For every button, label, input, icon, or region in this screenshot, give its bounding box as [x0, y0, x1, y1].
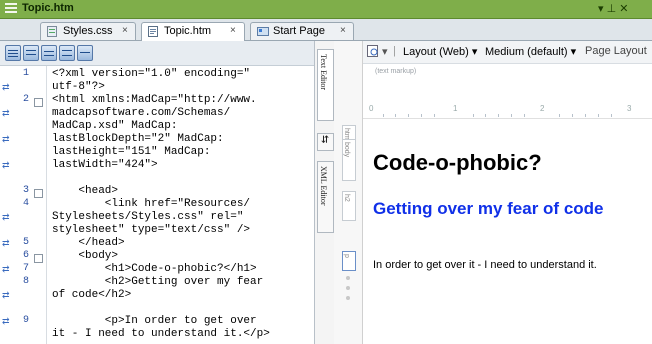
code-line: <p>In order to get over — [52, 315, 257, 327]
title-bar: Topic.htm ▾ ⊥ ✕ — [0, 0, 652, 19]
html-file-icon — [148, 26, 158, 37]
close-tab-icon[interactable]: × — [122, 25, 128, 36]
preview-heading-1: Code-o-phobic? — [373, 150, 542, 175]
code-line: it - I need to understand it.</p> — [52, 328, 270, 340]
medium-dropdown[interactable]: Medium (default) ▾ — [485, 45, 576, 58]
drag-handle-dot — [346, 296, 350, 300]
preview-heading-2: Getting over my fear of code — [373, 199, 604, 218]
tab-start-page[interactable]: Start Page × — [250, 22, 354, 40]
preview-toolbar: ▾ | Layout (Web) ▾ Medium (default) ▾ Pa… — [363, 41, 652, 64]
document-tab-strip: Styles.css × Topic.htm × Start Page × — [0, 19, 652, 41]
structure-p[interactable]: p — [342, 251, 356, 271]
code-line: <h1>Code-o-phobic?</h1> — [52, 263, 257, 275]
preview-icon[interactable] — [367, 45, 379, 60]
ruler-mark: 3 — [627, 104, 632, 113]
code-line: lastHeight="151" MadCap: — [52, 146, 211, 158]
code-line: stylesheet" type="text/css" /> — [52, 224, 251, 236]
tab-xml-editor[interactable]: XML Editor — [317, 161, 334, 233]
outline-button-icon[interactable] — [41, 45, 57, 61]
text-markup-hint: (text markup) — [375, 68, 417, 75]
line-number: 2 — [23, 94, 30, 105]
horizontal-ruler: 0 1 2 3 — [363, 104, 652, 119]
line-number: 4 — [23, 198, 30, 209]
code-line: <head> — [52, 185, 119, 197]
drag-handle-dot — [346, 276, 350, 280]
line-number: 9 — [23, 315, 30, 326]
close-tab-icon[interactable]: × — [230, 25, 236, 36]
code-line: Stylesheets/Styles.css" rel=" — [52, 211, 244, 223]
line-number: 8 — [23, 276, 30, 287]
ruler-mark: 0 — [369, 104, 374, 113]
code-line: <h2>Getting over my fear — [52, 276, 264, 288]
code-line: <body> — [52, 250, 119, 262]
preview-dropdown-icon[interactable]: ▾ — [382, 45, 388, 58]
bookmark-button-icon[interactable] — [23, 45, 39, 61]
window-controls[interactable]: ▾ ⊥ ✕ — [598, 2, 628, 15]
view-button-icon[interactable] — [59, 45, 75, 61]
tab-text-editor[interactable]: Text Editor — [317, 49, 334, 121]
line-number: 5 — [23, 237, 30, 248]
editor-mode-tabs: Text Editor ⇆ XML Editor — [314, 41, 335, 344]
close-tab-icon[interactable]: × — [340, 25, 346, 36]
line-number: 3 — [23, 185, 30, 196]
text-editor-toolbar — [0, 41, 314, 66]
collapse-head-icon[interactable] — [34, 189, 43, 198]
layout-dropdown[interactable]: Layout (Web) ▾ — [403, 45, 477, 58]
tab-label: Styles.css — [63, 25, 113, 37]
split-view-icon[interactable]: ⇆ — [317, 133, 334, 151]
page-layout-dropdown[interactable]: Page Layout — [585, 45, 647, 57]
tab-topic-htm[interactable]: Topic.htm × — [141, 22, 245, 41]
edit-marker-icon: ⇄ — [2, 134, 10, 144]
tab-styles-css[interactable]: Styles.css × — [40, 22, 136, 40]
line-number: 1 — [23, 68, 30, 79]
format-button-icon[interactable] — [5, 45, 21, 61]
ruler-mark: 1 — [453, 104, 458, 113]
edit-marker-icon: ⇄ — [2, 212, 10, 222]
toolbar-separator: | — [393, 45, 396, 57]
structure-body[interactable]: body — [342, 139, 356, 181]
code-line: </head> — [52, 237, 125, 249]
edit-marker-icon: ⇄ — [2, 82, 10, 92]
tab-label: Start Page — [273, 25, 325, 37]
menu-icon[interactable] — [5, 3, 17, 14]
layout-dropdown-label: Layout (Web) — [403, 46, 469, 58]
structure-bar: html body h2 p — [334, 41, 363, 344]
collapse-body-icon[interactable] — [34, 254, 43, 263]
start-page-icon — [257, 26, 269, 37]
code-line: lastWidth="424"> — [52, 159, 158, 171]
code-line: <html xmlns:MadCap="http://www. — [52, 94, 257, 106]
collapse-html-icon[interactable] — [34, 98, 43, 107]
line-number: 6 — [23, 250, 30, 261]
tab-label: Topic.htm — [164, 25, 212, 37]
structure-h2[interactable]: h2 — [342, 191, 356, 221]
preview-paragraph: In order to get over it - I need to unde… — [373, 259, 597, 271]
code-line: madcapsoftware.com/Schemas/ — [52, 107, 231, 119]
code-line: <link href="Resources/ — [52, 198, 251, 210]
code-line: of code</h2> — [52, 289, 132, 301]
edit-marker-icon: ⇄ — [2, 108, 10, 118]
css-file-icon — [47, 26, 57, 37]
edit-marker-icon: ⇄ — [2, 264, 10, 274]
line-number: 7 — [23, 263, 30, 274]
code-line: lastBlockDepth="2" MadCap: — [52, 133, 224, 145]
tab-xml-editor-label: XML Editor — [319, 166, 328, 206]
edit-marker-icon: ⇄ — [2, 290, 10, 300]
code-editor[interactable]: 1 2 3 4 5 6 7 8 9 ⇄ ⇄ ⇄ ⇄ ⇄ ⇄ ⇄ ⇄ ⇄ <?xm… — [0, 66, 314, 344]
code-line: utf-8"?> — [52, 81, 105, 93]
edit-marker-icon: ⇄ — [2, 238, 10, 248]
validate-button-icon[interactable] — [77, 45, 93, 61]
page-layout-label: Page Layout — [585, 45, 647, 57]
tab-text-editor-label: Text Editor — [319, 54, 328, 91]
ruler-mark: 2 — [540, 104, 545, 113]
edit-marker-icon: ⇄ — [2, 316, 10, 326]
code-line: MadCap.xsd" MadCap: — [52, 120, 178, 132]
edit-marker-icon: ⇄ — [2, 160, 10, 170]
drag-handle-dot — [346, 286, 350, 290]
medium-dropdown-label: Medium (default) — [485, 46, 568, 58]
window-title: Topic.htm — [22, 2, 74, 14]
code-line: <?xml version="1.0" encoding=" — [52, 68, 251, 80]
